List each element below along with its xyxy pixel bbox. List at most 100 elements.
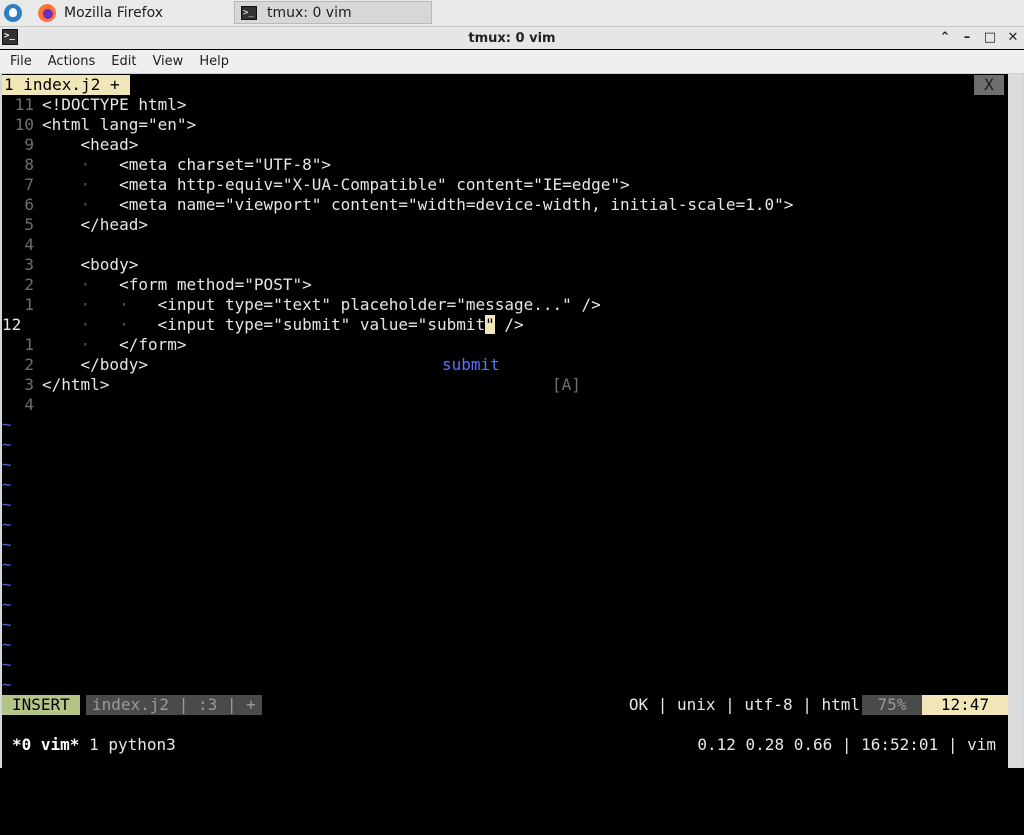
code-content: </head> [80,215,148,234]
code-content: <meta charset="UTF-8"> [119,155,331,174]
line-number: 6 [24,195,34,214]
minimize-button[interactable]: – [958,29,976,47]
close-button[interactable]: ✕ [1004,29,1022,47]
code-content-after-cursor: /> [494,315,524,334]
start-menu-icon[interactable] [4,4,22,22]
empty-line-tilde: ~ [2,535,12,554]
tmux-window-active[interactable]: *0 vim* [12,735,79,754]
code-content: <input type="submit" value="submit [157,315,486,334]
code-line[interactable]: 3 </html> [2,375,1002,395]
vim-percent: 75% [862,695,922,715]
code-line[interactable]: 5 </head> [2,215,1002,235]
code-line[interactable]: 2 · <form method="POST"> [2,275,1002,295]
menubar: File Actions Edit View Help [0,50,1024,74]
menu-view[interactable]: View [144,54,191,69]
code-text: </head> [42,215,148,235]
code-line[interactable]: 4 [2,395,1002,415]
tmux-window[interactable]: 1 python3 [79,735,176,754]
menu-edit[interactable]: Edit [103,54,144,69]
firefox-icon [38,3,56,22]
code-content: <form method="POST"> [119,275,312,294]
code-text: </html> [42,375,109,395]
tmux-status-right: 0.12 0.28 0.66 | 16:52:01 | vim [697,735,996,754]
code-line[interactable]: 9 <head> [2,135,1002,155]
maximize-button[interactable]: □ [981,29,999,47]
menu-file[interactable]: File [0,54,40,69]
code-line[interactable]: 4 [2,235,1002,255]
tmux-windows: *0 vim* 1 python3 [12,735,176,755]
empty-line-tilde: ~ [2,495,12,514]
indent-guide [42,255,81,274]
completion-kind: [A] [552,375,581,394]
vim-tab-close[interactable]: X [974,75,1004,95]
taskbar: Mozilla Firefox >_ tmux: 0 vim [0,0,1024,27]
code-line[interactable]: 8 · <meta charset="UTF-8"> [2,155,1002,175]
vim-tabline: 1 index.j2 + X [2,75,1010,95]
line-number: 7 [24,175,34,194]
line-number: 1 [24,295,34,314]
line-number: 3 [24,255,34,274]
window-title: tmux: 0 vim [468,30,556,46]
code-content: <meta name="viewport" content="width=dev… [119,195,794,214]
vim-time: 12:47 [922,695,1008,715]
empty-line-tilde: ~ [2,455,12,474]
empty-line-tilde: ~ [2,675,12,694]
terminal-icon[interactable]: >_ [2,29,18,45]
indent-guide: · [42,155,120,174]
code-line[interactable]: 1 · · <input type="text" placeholder="me… [2,295,1002,315]
scrollbar[interactable] [1008,74,1022,768]
empty-line-tilde: ~ [2,555,12,574]
code-line[interactable]: 6 · <meta name="viewport" content="width… [2,195,1002,215]
taskbar-item-firefox[interactable]: Mozilla Firefox [34,1,230,24]
indent-guide: · [42,335,120,354]
code-line-current[interactable]: 12 · · <input type="submit" value="submi… [2,315,1002,335]
taskbar-item-label: Mozilla Firefox [64,4,164,21]
text-cursor: " [485,315,495,334]
completion-popup[interactable]: submit [A] [2,335,581,394]
code-line[interactable]: 11 <!DOCTYPE html> [2,95,1002,115]
vim-file-status: OK | unix | utf-8 | html [628,695,860,714]
code-text: <head> [42,135,139,155]
empty-line-tilde: ~ [2,515,12,534]
line-number: 10 [14,115,34,134]
menu-actions[interactable]: Actions [40,54,104,69]
line-number: 8 [24,155,34,174]
window-titlebar: >_ tmux: 0 vim ⌃ – □ ✕ [0,27,1024,49]
completion-item[interactable]: submit [442,355,500,375]
indent-guide: · · [42,295,158,314]
code-content: </form> [119,335,187,354]
code-line[interactable]: 1 · </form> [2,335,1002,355]
chevron-up-icon[interactable]: ⌃ [936,29,954,47]
code-text: · <meta charset="UTF-8"> [42,155,331,175]
indent-guide: · · [42,315,158,334]
terminal-icon: >_ [241,5,257,20]
indent-guide [42,135,81,154]
code-content: <head> [80,135,139,154]
code-text: · <form method="POST"> [42,275,312,295]
code-content: </html> [42,375,110,394]
vim-tab-active[interactable]: 1 index.j2 + [2,75,130,95]
code-line[interactable]: 2 </body> [2,355,1002,375]
code-text: · · <input type="submit" value="submit" … [42,315,524,335]
code-text: · · <input type="text" placeholder="mess… [42,295,601,315]
line-number: 2 [24,275,34,294]
code-content: <meta http-equiv="X-UA-Compatible" conte… [119,175,630,194]
code-line[interactable]: 3 <body> [2,255,1002,275]
code-line[interactable]: 10 <html lang="en"> [2,115,1002,135]
code-content: <input type="text" placeholder="message.… [157,295,601,314]
menu-help[interactable]: Help [191,54,237,69]
code-content: <body> [80,255,139,274]
code-text: · </form> [42,335,187,355]
terminal[interactable]: 1 index.j2 + X 11 <!DOCTYPE html> 10 <html … [0,74,1024,768]
empty-line-tilde: ~ [2,595,12,614]
line-number: 11 [14,95,34,114]
code-text: <!DOCTYPE html> [42,95,187,115]
code-text: <body> [42,255,139,275]
indent-guide: · [42,175,120,194]
code-line[interactable]: 7 · <meta http-equiv="X-UA-Compatible" c… [2,175,1002,195]
code-content: <!DOCTYPE html> [42,95,187,114]
code-text: <html lang="en"> [42,115,196,135]
code-content: </body> [80,355,148,374]
taskbar-item-tmux[interactable]: >_ tmux: 0 vim [234,1,432,24]
indent-guide: · [42,275,120,294]
